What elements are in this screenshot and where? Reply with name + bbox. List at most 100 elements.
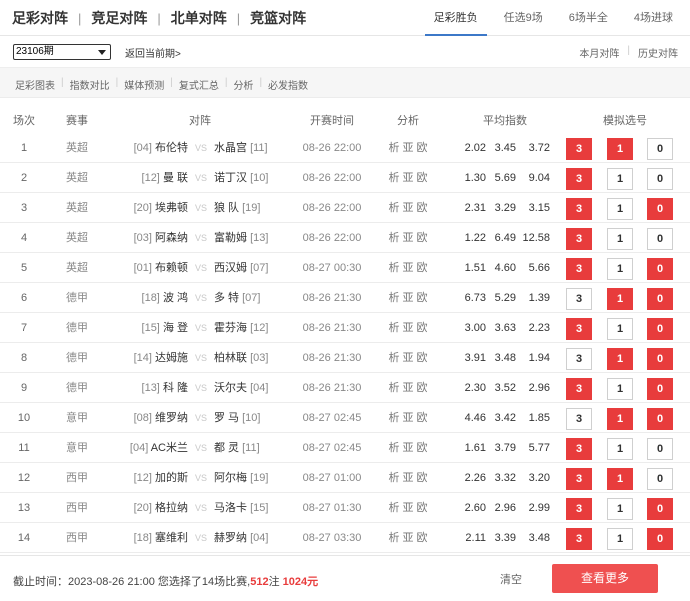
- analysis-links[interactable]: 析 亚 欧: [385, 253, 431, 283]
- subtab-banquan[interactable]: 6场半全: [560, 0, 617, 36]
- home-rank: [12]: [133, 472, 152, 484]
- vs-label: VS: [194, 293, 207, 303]
- pick-loss-button[interactable]: 0: [647, 198, 673, 220]
- kickoff-time: 08-27 02:45: [302, 412, 362, 424]
- pick-draw-button[interactable]: 1: [607, 288, 633, 310]
- pick-loss-button[interactable]: 0: [647, 168, 673, 190]
- pick-win-button[interactable]: 3: [566, 468, 592, 490]
- pick-draw-button[interactable]: 1: [607, 198, 633, 220]
- pick-win-button[interactable]: 3: [566, 198, 592, 220]
- pick-draw-button[interactable]: 1: [607, 468, 633, 490]
- odds-loss: 2.99: [528, 502, 550, 514]
- pick-win-button[interactable]: 3: [566, 498, 592, 520]
- pick-loss-button[interactable]: 0: [647, 288, 673, 310]
- tool-summary-link[interactable]: 复式汇总: [179, 77, 219, 92]
- pick-win-button[interactable]: 3: [566, 228, 592, 250]
- away-team-name: 马洛卡: [214, 502, 247, 514]
- analysis-links[interactable]: 析 亚 欧: [385, 193, 431, 223]
- pick-win-button[interactable]: 3: [566, 258, 592, 280]
- analysis-links[interactable]: 析 亚 欧: [385, 343, 431, 373]
- pick-win-button[interactable]: 3: [566, 348, 592, 370]
- pick-loss-button[interactable]: 0: [647, 408, 673, 430]
- subtab-shengfu[interactable]: 足彩胜负: [424, 0, 487, 36]
- analysis-links[interactable]: 析 亚 欧: [385, 223, 431, 253]
- analysis-links[interactable]: 析 亚 欧: [385, 493, 431, 523]
- history-matches-link[interactable]: 历史对阵: [638, 45, 678, 60]
- tab-beidan[interactable]: 北单对阵: [171, 8, 227, 28]
- pick-win-button[interactable]: 3: [566, 408, 592, 430]
- pick-loss-button[interactable]: 0: [647, 228, 673, 250]
- away-team: 柏林联 [03]: [214, 343, 304, 373]
- pick-loss-button[interactable]: 0: [647, 138, 673, 160]
- tool-media-predict-link[interactable]: 媒体预测: [124, 77, 164, 92]
- analysis-links[interactable]: 析 亚 欧: [385, 133, 431, 163]
- tool-odds-compare-link[interactable]: 指数对比: [70, 77, 110, 92]
- analysis-links[interactable]: 析 亚 欧: [385, 463, 431, 493]
- odds-draw: 3.63: [494, 322, 516, 334]
- pick-draw-button[interactable]: 1: [607, 168, 633, 190]
- view-more-button[interactable]: 查看更多: [552, 564, 658, 593]
- analysis-links[interactable]: 析 亚 欧: [385, 373, 431, 403]
- pick-draw-button[interactable]: 1: [607, 528, 633, 550]
- vs-label: VS: [194, 473, 207, 483]
- analysis-links[interactable]: 析 亚 欧: [385, 283, 431, 313]
- pick-win-button[interactable]: 3: [566, 168, 592, 190]
- header-idx: 场次: [13, 115, 35, 127]
- pick-draw-button[interactable]: 1: [607, 348, 633, 370]
- pick-loss-button[interactable]: 0: [647, 348, 673, 370]
- pick-loss-button[interactable]: 0: [647, 528, 673, 550]
- pick-loss-button[interactable]: 0: [647, 438, 673, 460]
- away-team: 罗 马 [10]: [214, 403, 304, 433]
- pick-win-button[interactable]: 3: [566, 378, 592, 400]
- month-matches-link[interactable]: 本月对阵: [579, 45, 619, 60]
- tab-jinglan[interactable]: 竞篮对阵: [250, 8, 306, 28]
- return-current-link[interactable]: 返回当前期>: [125, 45, 181, 60]
- pick-loss-button[interactable]: 0: [647, 498, 673, 520]
- away-rank: [11]: [250, 142, 268, 154]
- tool-betfair-link[interactable]: 必发指数: [268, 77, 308, 92]
- pick-win-button[interactable]: 3: [566, 138, 592, 160]
- pick-draw-button[interactable]: 1: [607, 498, 633, 520]
- pick-loss-button[interactable]: 0: [647, 318, 673, 340]
- away-rank: [15]: [250, 502, 269, 514]
- analysis-links[interactable]: 析 亚 欧: [385, 433, 431, 463]
- pick-draw-button[interactable]: 1: [607, 378, 633, 400]
- pick-loss-button[interactable]: 0: [647, 258, 673, 280]
- analysis-links[interactable]: 析 亚 欧: [385, 523, 431, 553]
- table-row: 6 德甲 [18] 波 鸿 VS 多 特 [07] 08-26 21:30 析 亚 欧 6.7…: [0, 283, 690, 313]
- pick-win-button[interactable]: 3: [566, 528, 592, 550]
- period-select[interactable]: 23106期: [13, 44, 111, 60]
- pick-win-button[interactable]: 3: [566, 438, 592, 460]
- tab-zucai[interactable]: 足彩对阵: [12, 8, 68, 28]
- pick-draw-button[interactable]: 1: [607, 138, 633, 160]
- analysis-links[interactable]: 析 亚 欧: [385, 313, 431, 343]
- pick-draw-button[interactable]: 1: [607, 228, 633, 250]
- league-name: 英超: [66, 142, 88, 154]
- kickoff-time: 08-27 01:30: [302, 502, 362, 514]
- clear-button[interactable]: 清空: [500, 571, 522, 587]
- pick-draw-button[interactable]: 1: [607, 438, 633, 460]
- home-team: [18] 波 鸿: [100, 283, 188, 313]
- analysis-links[interactable]: 析 亚 欧: [385, 163, 431, 193]
- away-rank: [07]: [250, 262, 269, 274]
- odds-draw: 3.45: [494, 142, 516, 154]
- away-team-name: 西汉姆: [214, 262, 247, 274]
- pick-loss-button[interactable]: 0: [647, 378, 673, 400]
- tab-jingzu[interactable]: 竞足对阵: [91, 8, 147, 28]
- pick-win-button[interactable]: 3: [566, 318, 592, 340]
- pick-loss-button[interactable]: 0: [647, 468, 673, 490]
- subtab-jinqiu[interactable]: 4场进球: [625, 0, 682, 36]
- odds-win: 2.60: [464, 502, 486, 514]
- tool-analysis-link[interactable]: 分析: [233, 77, 253, 92]
- tool-separator: |: [259, 77, 263, 88]
- analysis-links[interactable]: 析 亚 欧: [385, 403, 431, 433]
- pick-draw-button[interactable]: 1: [607, 318, 633, 340]
- pick-win-button[interactable]: 3: [566, 288, 592, 310]
- tool-chart-link[interactable]: 足彩图表: [15, 77, 55, 92]
- pick-draw-button[interactable]: 1: [607, 258, 633, 280]
- subtab-renxuan9[interactable]: 任选9场: [495, 0, 552, 36]
- home-team: [01] 布赖顿: [100, 253, 188, 283]
- match-index: 4: [20, 232, 28, 244]
- top-nav: 足彩对阵 | 竞足对阵 | 北单对阵 | 竞篮对阵 足彩胜负 任选9场 6场半全…: [0, 0, 690, 36]
- pick-draw-button[interactable]: 1: [607, 408, 633, 430]
